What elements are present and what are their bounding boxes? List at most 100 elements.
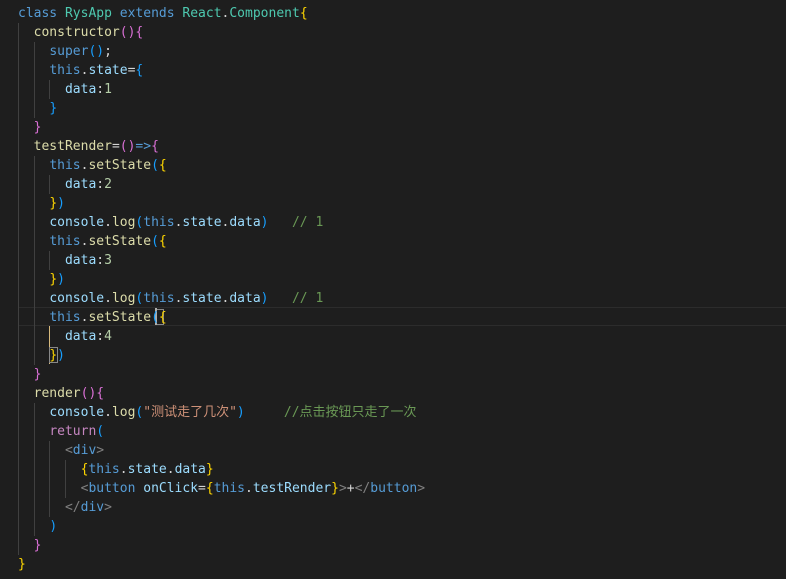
code-line[interactable]: data:4: [0, 327, 786, 346]
code-token: (: [151, 158, 159, 173]
code-token: (): [119, 25, 136, 40]
code-token: (: [151, 234, 159, 249]
code-token: console: [49, 291, 105, 306]
code-line[interactable]: ): [0, 517, 786, 536]
code-token: return: [49, 424, 97, 439]
code-token: >: [417, 481, 426, 496]
code-line[interactable]: this.setState({: [0, 156, 786, 175]
code-token: RysApp: [64, 6, 112, 21]
code-token: </: [354, 481, 371, 496]
code-token: ): [236, 405, 245, 420]
code-line[interactable]: return(: [0, 422, 786, 441]
code-token: testRender: [252, 481, 332, 496]
code-line[interactable]: </div>: [0, 498, 786, 517]
code-token: this: [143, 215, 175, 230]
code-token: button: [370, 481, 418, 496]
code-token: }: [331, 481, 339, 496]
code-token: .: [104, 291, 112, 306]
code-line[interactable]: {this.state.data}: [0, 460, 786, 479]
code-token: data: [64, 177, 97, 192]
code-token: ): [57, 272, 65, 287]
code-token: React: [182, 6, 222, 21]
code-token: log: [111, 215, 136, 230]
code-line[interactable]: data:3: [0, 251, 786, 270]
code-token: :: [96, 253, 105, 268]
code-token: this: [49, 310, 81, 325]
code-token: data: [229, 215, 261, 230]
code-line[interactable]: testRender=()=>{: [0, 137, 786, 156]
code-token: }: [33, 538, 42, 553]
code-line[interactable]: }): [0, 270, 786, 289]
code-token: data: [64, 253, 97, 268]
code-line[interactable]: <button onClick={this.testRender}>+</but…: [0, 479, 786, 498]
code-token: this: [88, 462, 120, 477]
code-line[interactable]: this.state={: [0, 61, 786, 80]
code-line[interactable]: }): [0, 194, 786, 213]
code-token: >: [104, 500, 112, 515]
code-token: "测试走了几次": [143, 405, 237, 420]
code-token: constructor: [33, 25, 120, 40]
code-token: :: [96, 329, 105, 344]
code-line[interactable]: }: [0, 536, 786, 555]
code-token: data: [174, 462, 206, 477]
code-line[interactable]: console.log("测试走了几次") //点击按钮只走了一次: [0, 403, 786, 422]
code-line[interactable]: data:1: [0, 80, 786, 99]
code-line[interactable]: console.log(this.state.data) // 1: [0, 213, 786, 232]
code-token: .: [166, 462, 175, 477]
code-line[interactable]: this.setState({: [0, 232, 786, 251]
code-token: this: [49, 63, 81, 78]
code-line[interactable]: console.log(this.state.data) // 1: [0, 289, 786, 308]
code-token: =: [111, 139, 120, 154]
code-token: // 1: [291, 291, 324, 306]
code-token: extends: [119, 6, 175, 21]
code-line[interactable]: }): [0, 346, 786, 365]
code-token: setState: [88, 310, 152, 325]
code-token: :: [96, 177, 105, 192]
code-token: {: [158, 234, 167, 249]
code-line[interactable]: <div>: [0, 441, 786, 460]
code-token: (): [88, 44, 105, 59]
code-line[interactable]: }: [0, 365, 786, 384]
code-token: ): [260, 291, 269, 306]
code-line[interactable]: render(){: [0, 384, 786, 403]
code-line[interactable]: }: [0, 555, 786, 574]
code-editor[interactable]: class RysApp extends React.Component{ co…: [0, 0, 786, 579]
code-token: // 1: [291, 215, 324, 230]
code-line[interactable]: data:2: [0, 175, 786, 194]
code-token: setState: [88, 234, 152, 249]
code-line[interactable]: class RysApp extends React.Component{: [0, 4, 786, 23]
code-token: data: [229, 291, 261, 306]
code-token: .: [104, 405, 112, 420]
code-token: ): [57, 348, 65, 363]
code-line[interactable]: super();: [0, 42, 786, 61]
code-line[interactable]: }: [0, 118, 786, 137]
code-line[interactable]: constructor(){: [0, 23, 786, 42]
code-token: {: [158, 310, 167, 325]
code-line[interactable]: }: [0, 99, 786, 118]
code-token: this: [49, 158, 81, 173]
code-line[interactable]: this.setState({: [0, 308, 786, 327]
code-token: .: [119, 462, 128, 477]
code-token: setState: [88, 158, 152, 173]
code-token: }: [49, 348, 58, 363]
